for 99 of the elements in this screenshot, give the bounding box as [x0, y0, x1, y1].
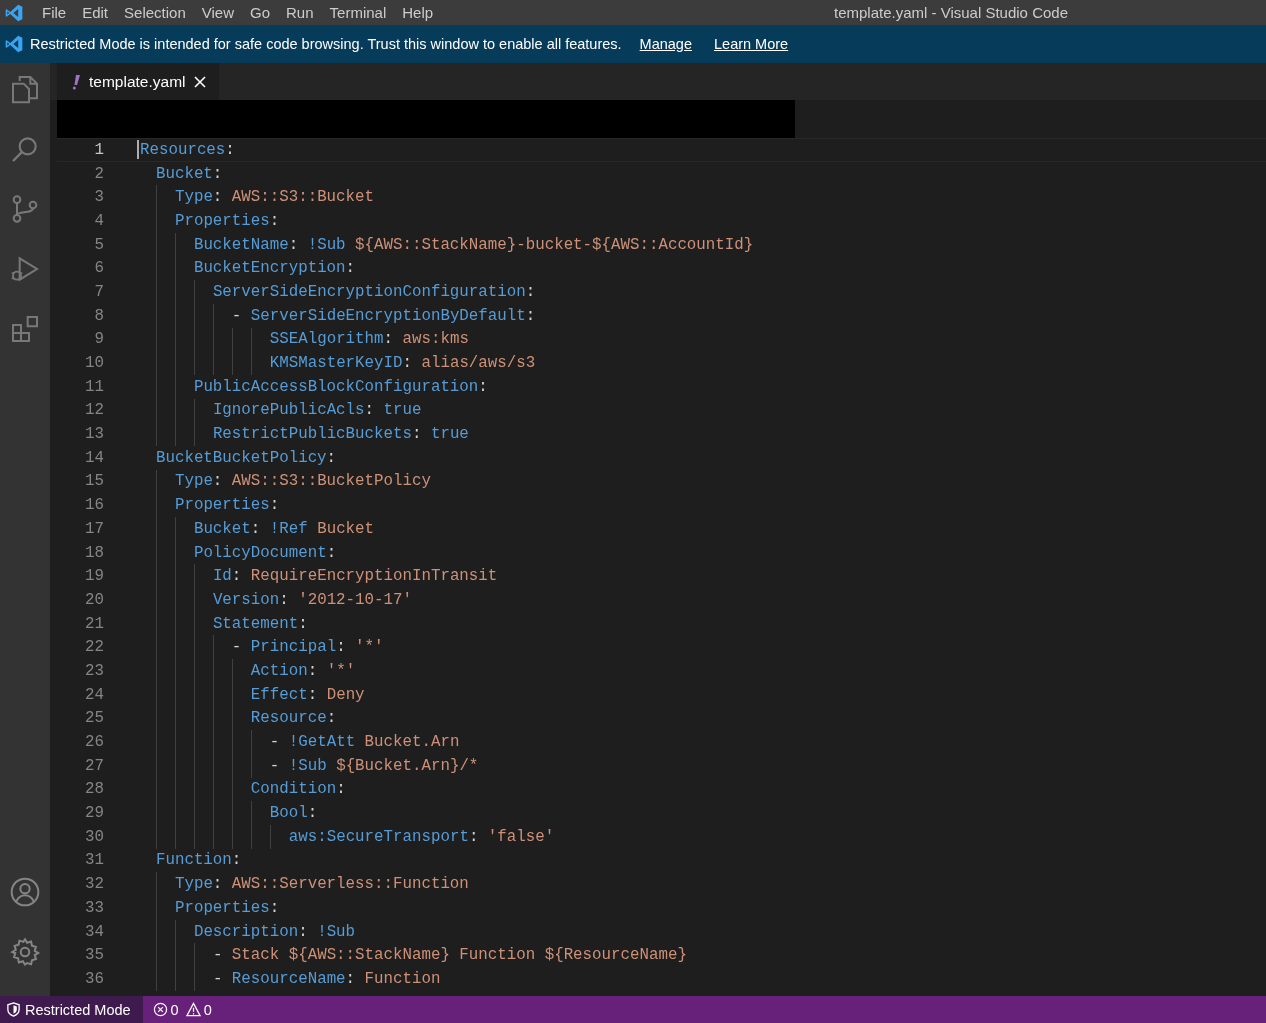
- code-line: PolicyDocument:: [193, 543, 337, 562]
- line-number: 32: [84, 875, 105, 894]
- window-title: template.yaml - Visual Studio Code: [834, 4, 1068, 21]
- code-line: ServerSideEncryptionConfiguration:: [212, 282, 536, 301]
- line-number: 16: [84, 496, 105, 515]
- code-line: BucketBucketPolicy:: [155, 448, 337, 467]
- line-number: 1: [93, 140, 105, 159]
- line-number: 2: [93, 164, 105, 183]
- banner-message: Restricted Mode is intended for safe code browsing. Trust this window to enable all features.: [30, 36, 622, 52]
- code-line: - ResourceName: Function: [212, 969, 441, 988]
- code-line: Description: !Sub: [193, 922, 356, 941]
- code-line: Bool:: [269, 804, 318, 823]
- problems-indicator[interactable]: 0 0: [142, 1001, 222, 1018]
- line-number: 19: [84, 567, 105, 586]
- code-line: Condition:: [250, 780, 346, 799]
- code-line: Id: RequireEncryptionInTransit: [212, 567, 498, 586]
- line-number: 6: [93, 259, 105, 278]
- code-line: Type: AWS::S3::BucketPolicy: [174, 472, 431, 491]
- code-line: - Principal: '*': [231, 638, 384, 657]
- menu-item[interactable]: File: [34, 4, 75, 21]
- line-number: 9: [93, 330, 105, 349]
- menu-item[interactable]: Go: [242, 4, 278, 21]
- editor-tab[interactable]: template.yaml: [57, 63, 220, 100]
- menu-item[interactable]: Edit: [74, 4, 117, 21]
- code-line: Statement:: [212, 614, 308, 633]
- line-number: 8: [93, 306, 105, 325]
- line-number: 28: [84, 780, 105, 799]
- code-line: IgnorePublicAcls: true: [212, 401, 422, 420]
- line-number: 10: [84, 354, 105, 373]
- line-number: 7: [93, 282, 105, 301]
- line-number: 34: [84, 922, 105, 941]
- code-line: - !Sub ${Bucket.Arn}/*: [269, 756, 479, 775]
- line-number: 21: [84, 614, 105, 633]
- code-line: Function:: [155, 851, 242, 870]
- menu-item[interactable]: Run: [278, 4, 322, 21]
- app-logo-icon: [4, 34, 24, 54]
- code-line: BucketName: !Sub ${AWS::StackName}-bucket-${AWS::AccountId}: [193, 235, 754, 254]
- line-number: 36: [84, 969, 105, 988]
- line-number: 24: [84, 685, 105, 704]
- files-icon[interactable]: [9, 73, 41, 105]
- restricted-mode-indicator[interactable]: Restricted Mode: [0, 996, 143, 1023]
- code-line: Bucket: !Ref Bucket: [193, 519, 375, 538]
- menu-item[interactable]: Selection: [116, 4, 194, 21]
- code-line: RestrictPublicBuckets: true: [212, 425, 469, 444]
- account-icon[interactable]: [9, 876, 41, 908]
- code-line: Bucket:: [155, 164, 223, 183]
- text-cursor: [137, 140, 139, 160]
- line-number: 18: [84, 543, 105, 562]
- line-number: 31: [84, 851, 105, 870]
- code-line: Type: AWS::Serverless::Function: [174, 875, 469, 894]
- code-line: Resources:: [140, 140, 235, 159]
- code-line: Resource:: [250, 709, 337, 728]
- line-number: 20: [84, 590, 105, 609]
- line-number: 22: [84, 638, 105, 657]
- code-line: Effect: Deny: [250, 685, 365, 704]
- shield-icon: [6, 1002, 21, 1017]
- line-number: 33: [84, 898, 105, 917]
- code-line: - Stack ${AWS::StackName} Function ${ResourceName}: [212, 946, 687, 965]
- line-number: 27: [84, 756, 105, 775]
- code-line: Properties:: [174, 211, 280, 230]
- code-line: Properties:: [174, 496, 280, 515]
- app-logo-icon: [4, 2, 24, 23]
- line-number: 30: [84, 827, 105, 846]
- menu-item[interactable]: Terminal: [321, 4, 395, 21]
- line-number: 23: [84, 661, 105, 680]
- code-line: - !GetAtt Bucket.Arn: [269, 733, 460, 752]
- line-number: 5: [93, 235, 105, 254]
- code-line: BucketEncryption:: [193, 259, 356, 278]
- extensions-icon[interactable]: [9, 313, 41, 345]
- menu-item[interactable]: Help: [394, 4, 442, 21]
- menu-item[interactable]: View: [193, 4, 242, 21]
- line-number: 4: [93, 211, 105, 230]
- code-line: aws:SecureTransport: 'false': [288, 827, 555, 846]
- code-line: Properties:: [174, 898, 280, 917]
- line-number: 12: [84, 401, 105, 420]
- code-line: PublicAccessBlockConfiguration:: [193, 377, 488, 396]
- line-number: 13: [84, 425, 105, 444]
- banner-link[interactable]: Manage: [639, 36, 692, 52]
- line-number: 17: [84, 519, 105, 538]
- banner-link[interactable]: Learn More: [714, 36, 789, 52]
- error-icon: [152, 1002, 168, 1017]
- code-line: KMSMasterKeyID: alias/aws/s3: [269, 354, 536, 373]
- close-icon[interactable]: [193, 74, 208, 89]
- code-line: - ServerSideEncryptionByDefault:: [231, 306, 536, 325]
- line-number: 35: [84, 946, 105, 965]
- line-number: 14: [84, 448, 105, 467]
- exclamation-file-icon: [71, 73, 81, 90]
- line-number: 26: [84, 733, 105, 752]
- code-line: Type: AWS::S3::Bucket: [174, 188, 375, 207]
- line-number: 11: [84, 377, 105, 396]
- line-number: 29: [84, 804, 105, 823]
- line-number: 3: [93, 188, 105, 207]
- line-number: 15: [84, 472, 105, 491]
- settings-icon[interactable]: [9, 936, 41, 968]
- code-line: SSEAlgorithm: aws:kms: [269, 330, 469, 349]
- code-line: Version: '2012-10-17': [212, 590, 412, 609]
- line-number: 25: [84, 709, 105, 728]
- code-line: Action: '*': [250, 661, 356, 680]
- warning-icon: [185, 1002, 201, 1017]
